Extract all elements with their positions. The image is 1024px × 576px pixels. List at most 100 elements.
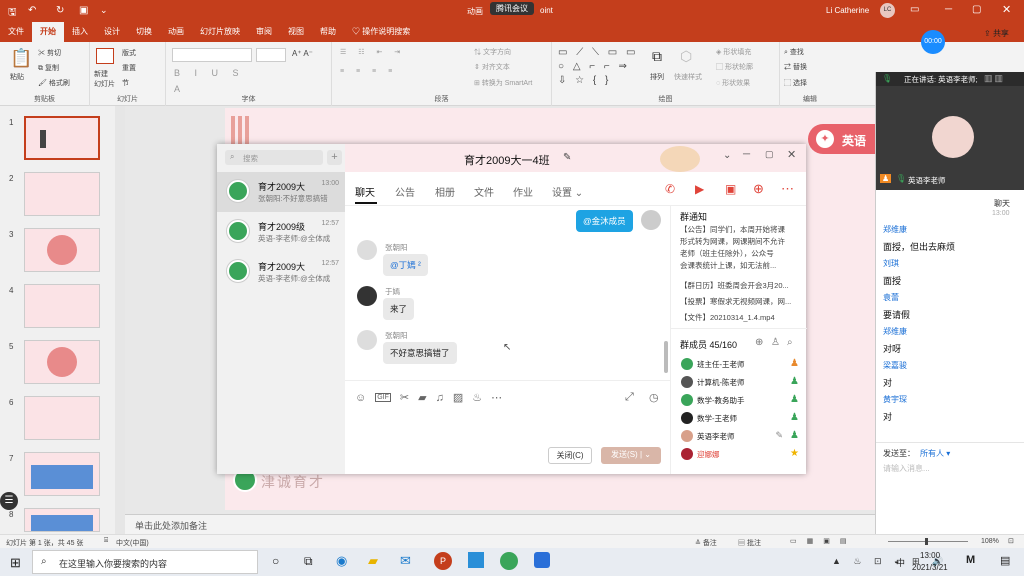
tab-home[interactable]: 开始	[32, 22, 64, 42]
cut-button[interactable]: ✂ 剪切	[38, 48, 61, 58]
new-slide-icon[interactable]	[96, 48, 114, 64]
sender-avatar[interactable]	[357, 286, 377, 306]
conversation-item[interactable]: 育才2009大 12:57 英语-李老师:@全体成	[217, 252, 345, 292]
shape-fill-button[interactable]: ◈ 形状填充	[716, 47, 751, 57]
smartart-button[interactable]: ⊞ 转换为 SmartArt	[474, 78, 532, 88]
message-bubble[interactable]: 不好意思搞错了	[383, 342, 457, 364]
tab-transitions[interactable]: 切换	[128, 22, 160, 42]
task-view-icon[interactable]: ⧉	[304, 554, 313, 569]
member-item[interactable]: 数学-王老师 ♟	[681, 410, 799, 426]
mail-icon[interactable]: ✉	[400, 553, 411, 569]
notes-pane[interactable]: 单击此处添加备注	[125, 514, 875, 534]
fit-slide-icon[interactable]: ⊡	[1008, 537, 1014, 545]
tab-homework[interactable]: 作业	[513, 184, 533, 199]
menu-fab-icon[interactable]: ☰	[0, 492, 18, 510]
user-name[interactable]: Li Catherine	[826, 6, 869, 15]
music-icon[interactable]: ♫	[436, 392, 444, 404]
search-input[interactable]: ⌕ 搜索	[225, 150, 323, 165]
ime-indicator[interactable]: 中	[896, 556, 905, 569]
phone-icon[interactable]: ✆	[665, 182, 675, 196]
edit-icon[interactable]: ✎	[775, 430, 783, 441]
file-item[interactable]: 【文件】20210314_1.4.mp4	[680, 312, 775, 323]
scissors-icon[interactable]: ✂	[400, 391, 409, 404]
reset-button[interactable]: 重置	[122, 63, 136, 73]
arrange-icon[interactable]: ⧉	[652, 48, 662, 65]
vote-item[interactable]: 【投票】寒假求无视频网课，网...	[680, 296, 791, 307]
tab-notice[interactable]: 公告	[395, 184, 415, 199]
quick-styles-icon[interactable]: ⬡	[680, 48, 692, 65]
notes-button[interactable]: ≙ 备注	[695, 538, 717, 548]
emoji-icon[interactable]: ☺	[355, 392, 366, 404]
self-avatar[interactable]	[641, 210, 661, 230]
slide-thumbnail[interactable]	[24, 284, 100, 328]
tab-chat[interactable]: 聊天	[355, 184, 375, 199]
quick-styles-button[interactable]: 快速样式	[674, 72, 702, 82]
member-item[interactable]: 英语李老师 ✎ ♟	[681, 428, 799, 444]
tray-app-icon[interactable]: M	[966, 554, 975, 566]
meeting-app-icon[interactable]	[534, 552, 550, 568]
minimize-icon[interactable]: ─	[743, 149, 750, 160]
font-color-icon[interactable]: A	[174, 84, 180, 94]
clock-time[interactable]: 13:00	[920, 551, 940, 560]
font-name-select[interactable]	[172, 48, 252, 62]
cortana-icon[interactable]: ○	[272, 554, 279, 568]
add-icon[interactable]: +	[327, 150, 342, 165]
paste-icon[interactable]: 📋	[10, 48, 32, 69]
arrange-button[interactable]: 排列	[650, 72, 664, 82]
send-button[interactable]: 发送(S) | ⌄	[601, 447, 661, 464]
undo-icon[interactable]: ↶	[28, 5, 36, 16]
taskbar-search-input[interactable]: ⌕ 在这里输入你要搜索的内容	[32, 550, 258, 574]
conversation-item[interactable]: 育才2009级 12:57 英语-李老师:@全体成	[217, 212, 345, 252]
close-icon[interactable]: ✕	[787, 148, 796, 161]
member-item[interactable]: 班主任-王老师 ♟	[681, 356, 799, 372]
tab-animations[interactable]: 动画	[160, 22, 192, 42]
conversation-item[interactable]: 育才2009大 13:00 张朝阳:不好意思搞错	[217, 172, 345, 212]
search-icon[interactable]: ⌕	[787, 337, 793, 348]
font-size-select[interactable]	[256, 48, 286, 62]
windows-start-icon[interactable]: ⊞	[10, 555, 21, 571]
image-icon[interactable]: ▨	[453, 391, 463, 404]
view-buttons[interactable]: ▭▦▣▤	[790, 537, 856, 545]
present-icon[interactable]: ▣	[79, 5, 88, 16]
add-member-icon[interactable]: ⊕	[755, 337, 763, 348]
tab-album[interactable]: 相册	[435, 184, 455, 199]
find-button[interactable]: ⌕ 查找	[784, 47, 804, 57]
edge-icon[interactable]: ◉	[336, 553, 347, 569]
maximize-icon[interactable]: ▢	[765, 149, 774, 160]
shape-effect-button[interactable]: ◌ 形状效果	[716, 78, 750, 88]
video-tile[interactable]: ♟ 🎙 英语李老师	[876, 86, 1024, 190]
edit-icon[interactable]: ✎	[563, 152, 571, 163]
zoom-level[interactable]: 108%	[981, 538, 999, 545]
slide-thumbnail[interactable]	[24, 116, 100, 160]
tab-design[interactable]: 设计	[96, 22, 128, 42]
new-slide-button[interactable]: 新建 幻灯片	[94, 70, 115, 90]
add-app-icon[interactable]: ⊕	[753, 181, 764, 197]
bell-icon[interactable]: ♨	[472, 391, 482, 404]
tab-help[interactable]: 帮助	[312, 22, 344, 42]
meeting-timer[interactable]: 00:00	[921, 30, 945, 54]
tell-me-search[interactable]: ♡ 操作说明搜索	[344, 22, 418, 42]
ribbon-display-icon[interactable]: ▭	[910, 4, 919, 15]
member-manage-icon[interactable]: ♙	[771, 337, 780, 348]
maximize-icon[interactable]: ▢	[972, 4, 981, 15]
user-avatar[interactable]: LC	[880, 3, 895, 18]
self-message-bubble[interactable]: @金沐成员	[576, 210, 633, 232]
tab-slideshow[interactable]: 幻灯片放映	[192, 22, 248, 42]
slide-thumbnail[interactable]	[24, 452, 100, 496]
shapes-gallery[interactable]: ▭ ⟋ ⟍ ▭ ▭ ○ △ ⌐ ⌐ ⇒ ⇩ ☆ { }	[558, 46, 642, 88]
customize-icon[interactable]: ⌄	[100, 5, 108, 16]
screen-share-icon[interactable]: ▣	[725, 182, 736, 196]
section-button[interactable]: 节	[122, 78, 129, 88]
save-icon[interactable]: 🖫	[8, 5, 17, 22]
tab-view[interactable]: 视图	[280, 22, 312, 42]
group-title[interactable]: 育才2009大一4班	[464, 152, 550, 168]
slide-thumbnail[interactable]	[24, 172, 100, 216]
video-icon[interactable]: ▶	[695, 182, 704, 196]
replace-button[interactable]: ⇄ 替换	[784, 62, 807, 72]
align-icons[interactable]: ≡ ≡ ≡ ≡	[340, 68, 397, 75]
clock-date[interactable]: 2021/3/21	[912, 563, 948, 572]
format-painter-button[interactable]: 🖌 格式刷	[38, 78, 70, 88]
comments-button[interactable]: ▤ 批注	[738, 538, 761, 548]
chevron-down-icon[interactable]: ⌄	[723, 150, 731, 161]
slides-scrollbar[interactable]	[115, 106, 125, 534]
